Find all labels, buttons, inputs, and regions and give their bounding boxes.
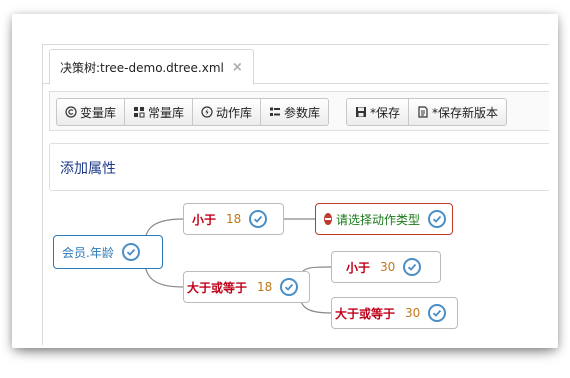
action-node-label: 请选择动作类型 [336,212,421,227]
root-node[interactable]: 会员.年龄 [53,235,163,269]
condition-value: 30 [380,260,396,274]
minus-circle-icon[interactable] [324,213,332,225]
parameter-library-label: 参数库 [284,105,321,120]
check-circle-icon[interactable] [249,210,268,228]
check-circle-icon[interactable] [403,258,422,276]
action-library-label: 动作库 [216,105,253,120]
constant-library-label: 常量库 [148,105,185,120]
save-button[interactable]: *保存 [346,98,410,126]
list-icon [269,106,281,118]
close-icon[interactable]: × [232,60,243,75]
library-button-group: 变量库 常量库 动作库 参数库 [56,98,330,126]
copyright-icon [65,106,77,118]
variable-library-label: 变量库 [80,105,117,120]
condition-operator: 小于 [346,260,371,275]
bolt-icon [201,106,213,118]
check-circle-icon[interactable] [428,210,447,228]
constant-library-button[interactable]: 常量库 [124,98,194,126]
action-library-button[interactable]: 动作库 [192,98,262,126]
condition-operator: 大于或等于 [187,280,248,295]
action-node[interactable]: 请选择动作类型 [315,203,453,235]
condition-node-less-than-18[interactable]: 小于 18 [183,203,284,235]
tab-dtree[interactable]: 决策树:tree-demo.dtree.xml × [49,49,254,85]
document-icon [417,106,429,118]
window-frame: 决策树:tree-demo.dtree.xml × 变量库 常量库 动作库 参数… [12,14,558,348]
condition-operator: 大于或等于 [335,306,396,321]
save-button-group: *保存 *保存新版本 [346,98,508,126]
toolbar: 变量库 常量库 动作库 参数库 *保存 *保存新版本 [49,91,549,131]
root-node-label: 会员.年龄 [62,245,114,260]
condition-value: 30 [405,306,421,320]
condition-value: 18 [226,212,242,226]
condition-value: 18 [257,280,273,294]
tab-bar: 决策树:tree-demo.dtree.xml × [43,45,549,85]
editor-panel: 决策树:tree-demo.dtree.xml × 变量库 常量库 动作库 参数… [42,44,549,345]
attribute-section: 添加属性 [49,143,549,191]
condition-node-less-than-30[interactable]: 小于 30 [331,251,441,283]
variable-library-button[interactable]: 变量库 [56,98,126,126]
grid-icon [133,106,145,118]
condition-node-gte-30[interactable]: 大于或等于 30 [331,297,458,329]
condition-operator: 小于 [192,212,217,227]
decision-tree: 会员.年龄 小于 18 请选择动作类型 大于或等于 18 小于 30 大于或等于… [43,197,549,345]
save-new-version-label: *保存新版本 [432,105,499,120]
add-attribute-link[interactable]: 添加属性 [60,158,116,178]
save-icon [355,106,367,118]
tab-title: 决策树:tree-demo.dtree.xml [60,60,224,75]
save-new-version-button[interactable]: *保存新版本 [408,98,508,126]
check-circle-icon[interactable] [121,243,140,261]
parameter-library-button[interactable]: 参数库 [260,98,330,126]
check-circle-icon[interactable] [428,304,447,322]
save-label: *保存 [370,105,401,120]
condition-node-gte-18[interactable]: 大于或等于 18 [183,271,310,303]
check-circle-icon[interactable] [280,278,299,296]
